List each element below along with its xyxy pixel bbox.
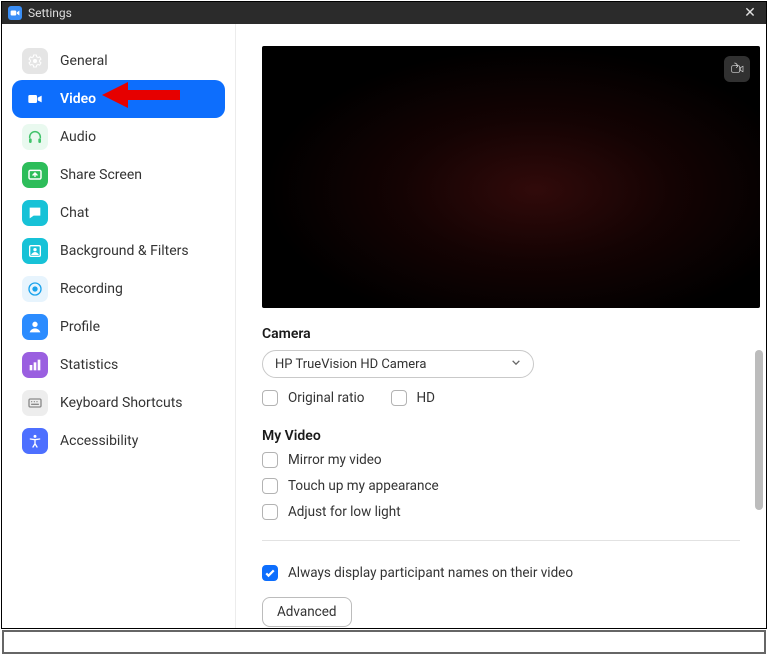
hd-checkbox[interactable]: HD xyxy=(391,390,436,406)
sidebar-item-keyboard-shortcuts[interactable]: Keyboard Shortcuts xyxy=(12,384,225,422)
always-display-names-checkbox[interactable]: Always display participant names on thei… xyxy=(262,565,740,581)
zoom-app-icon xyxy=(8,6,22,20)
sidebar-item-label: Profile xyxy=(60,319,100,335)
sidebar-item-general[interactable]: General xyxy=(12,42,225,80)
checkbox-box xyxy=(391,390,407,406)
checkbox-label: Adjust for low light xyxy=(288,504,401,520)
headphones-icon xyxy=(22,124,48,150)
sidebar-item-share-screen[interactable]: Share Screen xyxy=(12,156,225,194)
chat-icon xyxy=(22,200,48,226)
sidebar-item-label: Keyboard Shortcuts xyxy=(60,395,183,411)
camera-options-row: Original ratio HD xyxy=(262,390,740,406)
profile-icon xyxy=(22,314,48,340)
checkbox-box xyxy=(262,565,278,581)
video-icon xyxy=(22,86,48,112)
my-video-options: Mirror my video Touch up my appearance A… xyxy=(262,452,740,520)
sidebar-item-label: Video xyxy=(60,91,96,107)
share-screen-icon xyxy=(22,162,48,188)
chevron-down-icon xyxy=(511,357,521,372)
sidebar-item-profile[interactable]: Profile xyxy=(12,308,225,346)
sidebar-item-label: Chat xyxy=(60,205,89,221)
sidebar-item-label: General xyxy=(60,53,108,69)
checkbox-box xyxy=(262,390,278,406)
divider xyxy=(262,540,740,541)
mirror-video-checkbox[interactable]: Mirror my video xyxy=(262,452,740,468)
sidebar-item-label: Audio xyxy=(60,129,96,145)
sidebar-item-chat[interactable]: Chat xyxy=(12,194,225,232)
sidebar-item-audio[interactable]: Audio xyxy=(12,118,225,156)
secondary-frame xyxy=(2,630,766,654)
sidebar-item-label: Accessibility xyxy=(60,433,138,449)
camera-selected-value: HP TrueVision HD Camera xyxy=(275,357,426,372)
content-pane: Camera HP TrueVision HD Camera Original … xyxy=(236,24,766,628)
window-body: General Video Audio Share Screen xyxy=(2,24,766,628)
touch-up-checkbox[interactable]: Touch up my appearance xyxy=(262,478,740,494)
sidebar-item-label: Background & Filters xyxy=(60,243,189,259)
sidebar-item-statistics[interactable]: Statistics xyxy=(12,346,225,384)
checkbox-box xyxy=(262,504,278,520)
scrollbar-thumb[interactable] xyxy=(755,350,763,510)
background-icon xyxy=(22,238,48,264)
advanced-button[interactable]: Advanced xyxy=(262,597,352,627)
recording-icon xyxy=(22,276,48,302)
video-preview xyxy=(262,46,760,308)
gear-icon xyxy=(22,48,48,74)
sidebar-item-video[interactable]: Video xyxy=(12,80,225,118)
camera-section-label: Camera xyxy=(262,326,740,342)
low-light-checkbox[interactable]: Adjust for low light xyxy=(262,504,740,520)
checkbox-label: Always display participant names on thei… xyxy=(288,565,573,581)
settings-window: Settings ✕ General Video Audio xyxy=(1,1,767,629)
sidebar-item-recording[interactable]: Recording xyxy=(12,270,225,308)
checkbox-label: Touch up my appearance xyxy=(288,478,439,494)
sidebar-item-background-filters[interactable]: Background & Filters xyxy=(12,232,225,270)
sidebar-item-accessibility[interactable]: Accessibility xyxy=(12,422,225,460)
checkbox-box xyxy=(262,452,278,468)
window-title: Settings xyxy=(28,6,740,20)
camera-select[interactable]: HP TrueVision HD Camera xyxy=(262,350,534,378)
checkbox-box xyxy=(262,478,278,494)
accessibility-icon xyxy=(22,428,48,454)
sidebar-item-label: Share Screen xyxy=(60,167,142,183)
checkbox-label: Original ratio xyxy=(288,390,365,406)
keyboard-icon xyxy=(22,390,48,416)
close-button[interactable]: ✕ xyxy=(740,5,760,21)
sidebar-item-label: Statistics xyxy=(60,357,118,373)
original-ratio-checkbox[interactable]: Original ratio xyxy=(262,390,365,406)
my-video-section-label: My Video xyxy=(262,428,740,444)
sidebar: General Video Audio Share Screen xyxy=(2,24,236,628)
statistics-icon xyxy=(22,352,48,378)
rotate-camera-button[interactable] xyxy=(724,56,750,82)
title-bar: Settings ✕ xyxy=(2,2,766,24)
checkbox-label: Mirror my video xyxy=(288,452,382,468)
checkbox-label: HD xyxy=(417,390,436,406)
sidebar-item-label: Recording xyxy=(60,281,123,297)
